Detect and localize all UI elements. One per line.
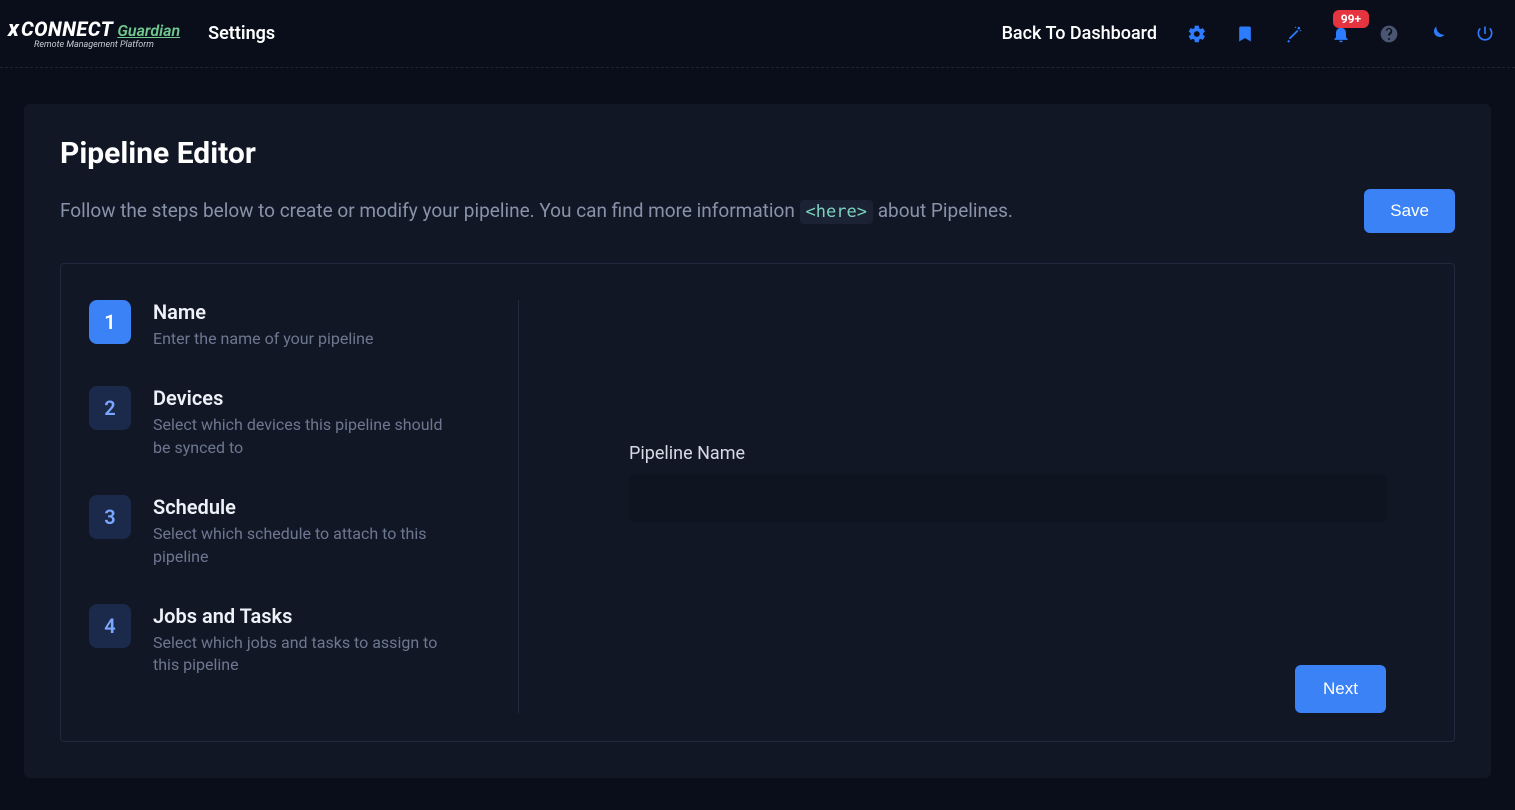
page-subtitle: Follow the steps below to create or modi… — [60, 197, 1013, 226]
logo-x: x — [8, 17, 19, 42]
step-schedule[interactable]: 3 Schedule Select which schedule to atta… — [89, 495, 498, 568]
step-devices[interactable]: 2 Devices Select which devices this pipe… — [89, 386, 498, 459]
pipeline-name-input[interactable] — [629, 474, 1386, 522]
subtitle-pre: Follow the steps below to create or modi… — [60, 199, 800, 222]
step-desc: Select which devices this pipeline shoul… — [153, 414, 453, 459]
steps-column: 1 Name Enter the name of your pipeline 2… — [89, 300, 519, 713]
wand-icon[interactable] — [1283, 24, 1303, 44]
step-title: Schedule — [153, 495, 453, 519]
notification-badge: 99+ — [1333, 10, 1369, 28]
step-title: Name — [153, 300, 373, 324]
step-name[interactable]: 1 Name Enter the name of your pipeline — [89, 300, 498, 350]
step-desc: Select which jobs and tasks to assign to… — [153, 632, 453, 677]
form-column: Pipeline Name Next — [519, 300, 1426, 713]
logo[interactable]: x CONNECT Guardian Remote Management Pla… — [8, 17, 180, 50]
step-title: Jobs and Tasks — [153, 604, 453, 628]
power-icon[interactable] — [1475, 24, 1495, 44]
step-jobs-tasks[interactable]: 4 Jobs and Tasks Select which jobs and t… — [89, 604, 498, 677]
back-to-dashboard-link[interactable]: Back To Dashboard — [1002, 23, 1157, 44]
logo-connect: CONNECT — [21, 17, 113, 41]
bell-icon[interactable]: 99+ — [1331, 24, 1351, 44]
header-icon-bar: 99+ — [1187, 24, 1495, 44]
step-number: 3 — [89, 495, 131, 539]
moon-icon[interactable] — [1427, 24, 1447, 44]
help-icon[interactable] — [1379, 24, 1399, 44]
page-title: Pipeline Editor — [60, 136, 1455, 171]
step-desc: Enter the name of your pipeline — [153, 328, 373, 350]
save-button[interactable]: Save — [1364, 189, 1455, 233]
app-header: x CONNECT Guardian Remote Management Pla… — [0, 0, 1515, 68]
step-number: 4 — [89, 604, 131, 648]
step-number: 1 — [89, 300, 131, 344]
next-button[interactable]: Next — [1295, 665, 1386, 713]
step-title: Devices — [153, 386, 453, 410]
logo-guardian: Guardian — [117, 21, 180, 40]
gear-icon[interactable] — [1187, 24, 1207, 44]
bookmark-icon[interactable] — [1235, 24, 1255, 44]
wizard-panel: 1 Name Enter the name of your pipeline 2… — [60, 263, 1455, 742]
subtitle-post: about Pipelines. — [878, 199, 1013, 222]
step-desc: Select which schedule to attach to this … — [153, 523, 453, 568]
step-number: 2 — [89, 386, 131, 430]
logo-subtitle: Remote Management Platform — [34, 40, 154, 50]
here-link[interactable]: <here> — [800, 200, 873, 224]
page-section-title: Settings — [208, 23, 275, 44]
pipeline-editor-card: Pipeline Editor Follow the steps below t… — [24, 104, 1491, 778]
pipeline-name-label: Pipeline Name — [629, 443, 1386, 464]
